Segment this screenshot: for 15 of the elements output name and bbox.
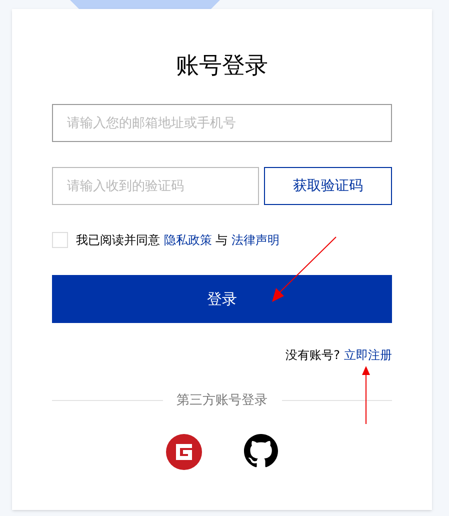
- third-party-label: 第三方账号登录: [176, 392, 268, 410]
- legal-notice-link[interactable]: 法律声明: [231, 233, 280, 247]
- arrow-annotation: [362, 366, 370, 424]
- get-code-button[interactable]: 获取验证码: [264, 167, 392, 205]
- agree-checkbox[interactable]: [52, 232, 68, 248]
- agreement-text: 我已阅读并同意 隐私政策 与 法律声明: [76, 232, 280, 249]
- g-logo-icon[interactable]: [166, 434, 202, 470]
- privacy-policy-link[interactable]: 隐私政策: [164, 233, 212, 247]
- code-field[interactable]: 请输入收到的验证码: [52, 167, 259, 205]
- no-account-text: 没有账号?: [286, 347, 340, 364]
- email-field[interactable]: 请输入您的邮箱地址或手机号: [52, 104, 392, 142]
- github-icon[interactable]: [244, 434, 278, 468]
- login-title: 账号登录: [176, 52, 268, 81]
- register-link[interactable]: 立即注册: [344, 346, 392, 364]
- login-button[interactable]: 登录: [52, 275, 392, 323]
